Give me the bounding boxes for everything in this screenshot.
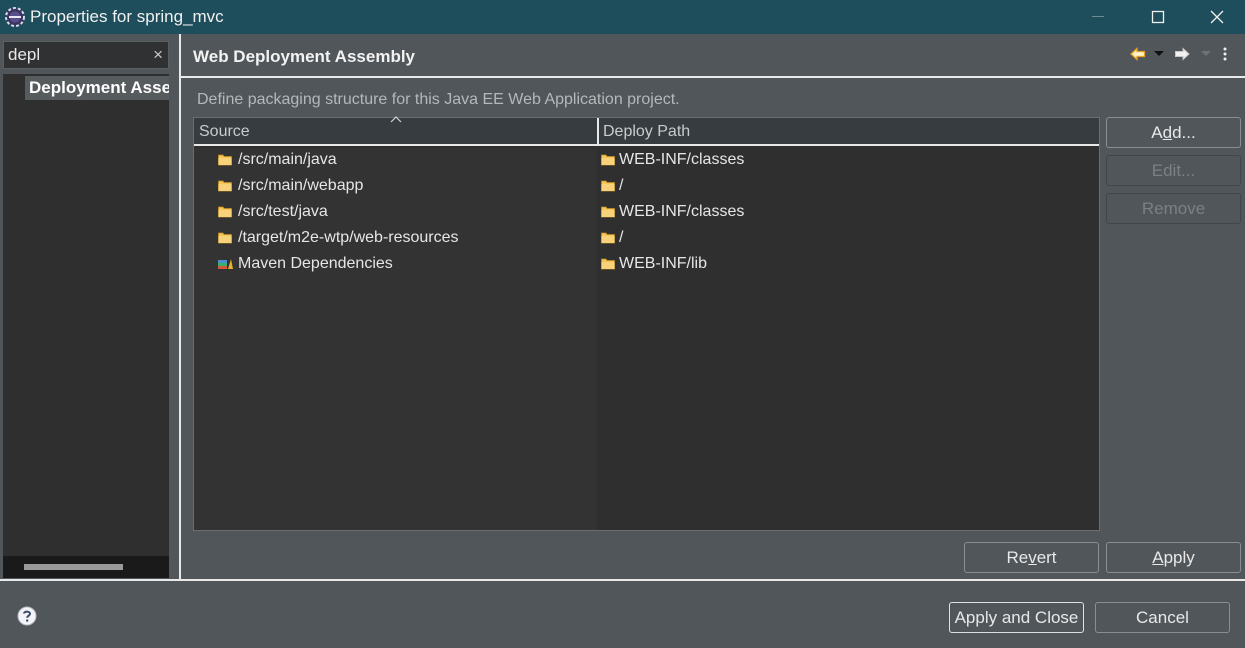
window-title: Properties for spring_mvc xyxy=(30,7,224,26)
deploy-path: / xyxy=(619,229,624,246)
add-label-post: d... xyxy=(1172,123,1196,142)
page-nav-toolbar xyxy=(1128,44,1232,64)
chevron-down-icon xyxy=(1154,51,1164,56)
folder-icon xyxy=(601,206,617,218)
minimize-button[interactable] xyxy=(1070,0,1128,34)
sash-divider[interactable] xyxy=(179,34,181,580)
header-divider xyxy=(181,76,1245,78)
deploy-path: WEB-INF/classes xyxy=(619,203,745,220)
remove-button[interactable]: Remove xyxy=(1106,193,1241,224)
source-path: /src/test/java xyxy=(238,203,328,220)
edit-button[interactable]: Edit... xyxy=(1106,155,1241,186)
back-history-dropdown[interactable] xyxy=(1148,51,1170,57)
tree-item-deployment-assembly[interactable]: Deployment Assembly xyxy=(25,76,169,100)
maximize-icon xyxy=(1151,10,1165,24)
apply-mnemonic: A xyxy=(1152,548,1164,567)
assembly-table[interactable]: Source Deploy Path /src/main/java WEB-INF… xyxy=(193,116,1100,531)
chevron-down-icon xyxy=(1201,51,1211,56)
maximize-button[interactable] xyxy=(1129,0,1187,34)
revert-label-pre: Re xyxy=(1006,548,1029,567)
table-row[interactable]: /src/main/webapp / xyxy=(194,173,1099,199)
minimize-icon xyxy=(1092,16,1104,17)
folder-icon xyxy=(218,154,234,166)
sort-ascending-icon xyxy=(390,116,402,123)
page-header: Web Deployment Assembly xyxy=(181,34,1245,76)
table-row[interactable]: /src/test/java WEB-INF/classes xyxy=(194,199,1099,225)
folder-icon xyxy=(218,180,234,192)
column-header-deploy-path[interactable]: Deploy Path xyxy=(597,118,1099,146)
arrow-left-icon xyxy=(1130,47,1146,61)
table-header: Source Deploy Path xyxy=(194,116,1099,146)
filter-box: × xyxy=(3,41,169,69)
filter-input[interactable] xyxy=(8,45,138,65)
deploy-path: WEB-INF/lib xyxy=(619,255,707,272)
add-mnemonic: d xyxy=(1162,123,1173,142)
horizontal-scrollbar[interactable] xyxy=(3,556,169,578)
page-title: Web Deployment Assembly xyxy=(193,47,416,66)
source-path: /target/m2e-wtp/web-resources xyxy=(238,229,459,246)
close-button[interactable] xyxy=(1188,0,1245,34)
folder-icon xyxy=(218,206,234,218)
folder-icon xyxy=(218,232,234,244)
column-header-source[interactable]: Source xyxy=(194,116,597,146)
folder-icon xyxy=(601,232,617,244)
deploy-path: / xyxy=(619,177,624,194)
view-menu-button[interactable] xyxy=(1218,47,1232,61)
source-cell: /src/main/java xyxy=(218,147,337,173)
source-cell: /src/main/webapp xyxy=(218,173,363,199)
source-path: /src/main/webapp xyxy=(238,177,364,194)
apply-label-post: pply xyxy=(1163,548,1195,567)
deploy-path: WEB-INF/classes xyxy=(619,151,745,168)
add-button[interactable]: Add... xyxy=(1106,117,1241,148)
help-icon[interactable] xyxy=(17,606,37,626)
revert-mnemonic: v xyxy=(1028,548,1037,567)
arrow-right-icon xyxy=(1175,47,1190,61)
table-row[interactable]: Maven Dependencies WEB-INF/lib xyxy=(194,251,1099,277)
folder-icon xyxy=(601,258,617,270)
deploy-path-cell: / xyxy=(601,225,623,251)
title-bar: Properties for spring_mvc xyxy=(0,0,1245,34)
source-cell: Maven Dependencies xyxy=(218,251,393,277)
footer-divider xyxy=(0,579,1245,581)
source-path: Maven Dependencies xyxy=(238,255,393,272)
add-label-pre: A xyxy=(1151,123,1163,142)
folder-icon xyxy=(601,154,617,166)
revert-label-post: ert xyxy=(1036,548,1057,567)
column-header-label: Source xyxy=(199,123,250,140)
eclipse-gear-icon xyxy=(5,7,25,27)
source-cell: /target/m2e-wtp/web-resources xyxy=(218,225,459,251)
apply-button[interactable]: Apply xyxy=(1106,542,1241,573)
deploy-path-cell: WEB-INF/classes xyxy=(601,147,744,173)
deploy-path-cell: WEB-INF/classes xyxy=(601,199,744,225)
more-vertical-icon xyxy=(1223,47,1227,61)
table-row[interactable]: /target/m2e-wtp/web-resources / xyxy=(194,225,1099,251)
source-path: /src/main/java xyxy=(238,151,337,168)
apply-and-close-button[interactable]: Apply and Close xyxy=(949,602,1084,633)
table-row[interactable]: /src/main/java WEB-INF/classes xyxy=(194,147,1099,173)
close-icon xyxy=(1210,10,1224,24)
back-button[interactable] xyxy=(1128,47,1148,61)
page-description: Define packaging structure for this Java… xyxy=(197,91,680,108)
clear-filter-icon[interactable]: × xyxy=(153,45,163,65)
forward-button[interactable] xyxy=(1170,47,1194,61)
revert-button[interactable]: Revert xyxy=(964,542,1099,573)
preference-tree[interactable]: Deployment Assembly xyxy=(3,74,169,578)
folder-icon xyxy=(601,180,617,192)
cancel-button[interactable]: Cancel xyxy=(1095,602,1230,633)
forward-history-dropdown[interactable] xyxy=(1194,51,1218,57)
deploy-path-cell: / xyxy=(601,173,623,199)
scrollbar-thumb[interactable] xyxy=(24,564,123,570)
source-cell: /src/test/java xyxy=(218,199,328,225)
sidebar: × Deployment Assembly xyxy=(0,34,176,580)
library-icon xyxy=(218,258,234,270)
deploy-path-cell: WEB-INF/lib xyxy=(601,251,707,277)
